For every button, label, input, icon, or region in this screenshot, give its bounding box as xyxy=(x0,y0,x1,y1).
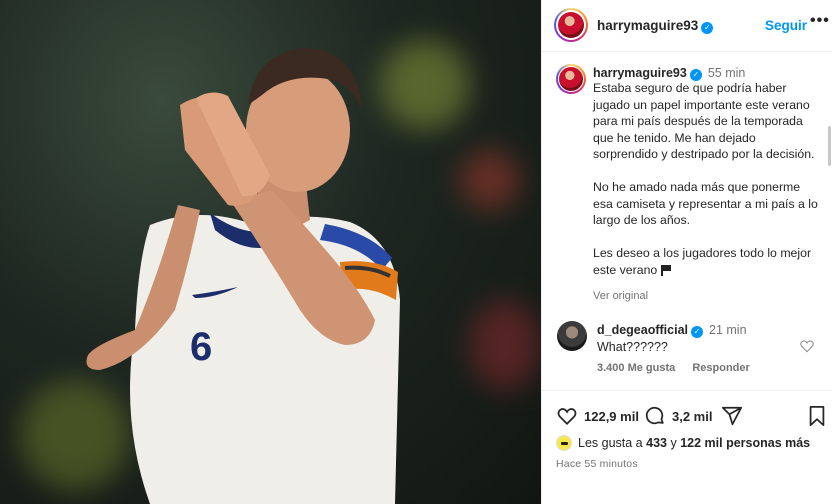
verified-icon: ✓ xyxy=(691,326,703,338)
follow-button[interactable]: Seguir xyxy=(765,18,807,33)
comment-icon[interactable] xyxy=(644,405,666,427)
liked-by-others[interactable]: 122 mil personas más xyxy=(680,436,810,450)
caption-username-text[interactable]: harrymaguire93 xyxy=(593,66,687,80)
liked-by-prefix: Les gusta a xyxy=(578,436,643,450)
see-original-link[interactable]: Ver original xyxy=(593,290,648,302)
caption-avatar-ring[interactable] xyxy=(556,64,586,94)
liked-by-middle: y xyxy=(670,436,677,450)
posted-ago: Hace 55 minutos xyxy=(556,458,638,470)
liked-by[interactable]: Les gusta a 433 y 122 mil personas más xyxy=(556,435,810,451)
comment-likes[interactable]: 3.400 Me gusta xyxy=(597,362,675,374)
comment-avatar[interactable] xyxy=(557,321,587,351)
player-figure: 6 xyxy=(86,48,400,504)
caption-avatar xyxy=(559,67,583,91)
likes-count: 122,9 mil xyxy=(584,408,639,424)
caption-paragraph: Les deseo a los jugadores todo lo mejor … xyxy=(593,246,812,277)
verified-icon: ✓ xyxy=(701,22,714,34)
comments-count: 3,2 mil xyxy=(672,408,713,424)
caption-time: 55 min xyxy=(707,66,746,80)
post-photo[interactable]: 6 xyxy=(0,0,541,504)
comments-section[interactable]: harrymaguire93 ✓ 55 min Estaba seguro de q… xyxy=(542,52,832,390)
heart-icon[interactable] xyxy=(556,405,578,427)
liker-avatar xyxy=(556,435,572,451)
caption-paragraph-last: Les deseo a los jugadores todo lo mejor … xyxy=(593,245,823,278)
comment-like-icon[interactable] xyxy=(799,338,815,354)
comment-action[interactable]: 3,2 mil xyxy=(644,405,712,427)
story-avatar-ring[interactable] xyxy=(554,8,588,42)
header-username[interactable]: harrymaguire93 ✓ xyxy=(597,18,714,34)
post-header: harrymaguire93 ✓ Seguir ••• xyxy=(542,0,832,52)
comment-username-text[interactable]: d_degeaofficial xyxy=(597,323,688,337)
comment-time: 21 min xyxy=(709,323,747,337)
caption-text: Estaba seguro de que podría haber jugado… xyxy=(593,80,823,278)
comment-text: What?????? xyxy=(597,340,668,354)
post-panel: harrymaguire93 ✓ Seguir ••• harrymaguire9… xyxy=(541,0,832,504)
liked-by-count[interactable]: 433 xyxy=(646,436,667,450)
caption-username[interactable]: harrymaguire93 ✓ 55 min xyxy=(593,66,745,81)
bookmark-icon[interactable] xyxy=(807,405,827,427)
header-username-text[interactable]: harrymaguire93 xyxy=(597,18,698,33)
share-icon[interactable] xyxy=(721,405,743,427)
actions-bar: 122,9 mil 3,2 mil Les gusta a 433 y 122 … xyxy=(542,390,832,504)
reply-button[interactable]: Responder xyxy=(692,362,749,374)
flag-icon xyxy=(660,264,671,276)
avatar xyxy=(558,12,584,38)
scrollbar[interactable] xyxy=(828,126,831,166)
caption-paragraph: Estaba seguro de que podría haber jugado… xyxy=(593,81,815,161)
comment-username[interactable]: d_degeaofficial ✓ 21 min xyxy=(597,323,747,338)
like-action[interactable]: 122,9 mil xyxy=(556,405,639,427)
caption-paragraph: No he amado nada más que ponerme esa cam… xyxy=(593,180,818,227)
comment-meta: 3.400 Me gusta Responder xyxy=(597,362,764,374)
svg-text:6: 6 xyxy=(190,325,212,369)
more-options-icon[interactable]: ••• xyxy=(810,12,830,30)
